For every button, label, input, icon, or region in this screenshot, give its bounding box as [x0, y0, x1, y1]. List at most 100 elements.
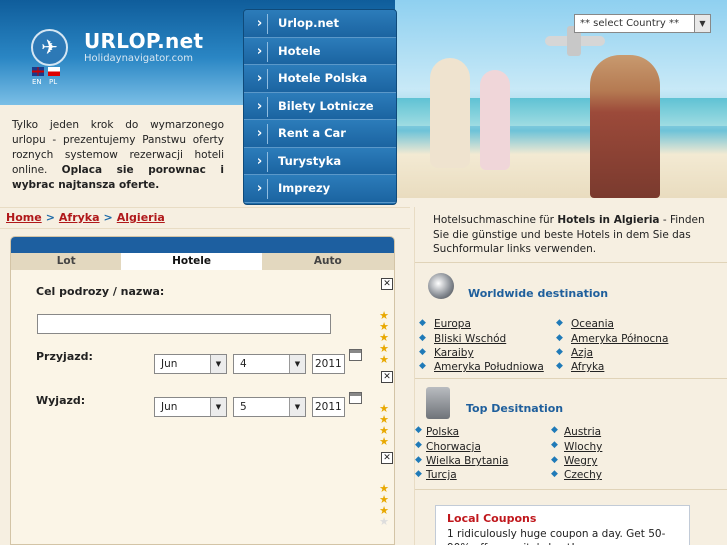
link-chorwacja[interactable]: Chorwacja: [426, 441, 481, 453]
nav-item-bilety[interactable]: › Bilety Lotnicze: [244, 92, 396, 120]
nav-item-turystyka[interactable]: › Turystyka: [244, 147, 396, 175]
divider: [415, 489, 727, 490]
calendar-icon[interactable]: [349, 392, 362, 404]
nav-item-hotele[interactable]: › Hotele: [244, 37, 396, 65]
departure-label: Wyjazd:: [36, 394, 86, 407]
link-austria[interactable]: Austria: [564, 426, 601, 438]
chevron-down-icon[interactable]: ▼: [694, 15, 710, 32]
coupon-title[interactable]: Local Coupons: [447, 512, 536, 525]
top-destination-title: Top Desitnation: [466, 402, 564, 415]
link-bliski-wschod[interactable]: Bliski Wschód: [434, 333, 506, 345]
diamond-icon: ◆: [415, 455, 422, 465]
country-select[interactable]: ** select Country ** ▼: [574, 14, 711, 33]
breadcrumb: Home > Afryka > Algieria: [0, 207, 410, 229]
nav-item-imprezy[interactable]: › Imprezy: [244, 175, 396, 203]
chevron-down-icon[interactable]: ▼: [210, 355, 226, 373]
diamond-icon: ◆: [556, 347, 563, 357]
divider: [415, 378, 727, 379]
plane-icon[interactable]: ✈: [31, 29, 68, 66]
chevron-down-icon[interactable]: ▼: [289, 355, 305, 373]
coupon-text: 1 ridiculously huge coupon a day. Get 50…: [447, 528, 666, 545]
coupon-box[interactable]: Local Coupons 1 ridiculously huge coupon…: [435, 505, 690, 545]
breadcrumb-home[interactable]: Home: [6, 211, 42, 224]
flag-pl-icon[interactable]: [48, 67, 60, 76]
calendar-icon[interactable]: [349, 349, 362, 361]
diamond-icon: ◆: [556, 318, 563, 328]
breadcrumb-separator: >: [103, 211, 113, 224]
lang-en-label[interactable]: EN: [32, 78, 42, 86]
lang-pl-label[interactable]: PL: [49, 78, 57, 86]
tab-hotele[interactable]: Hotele: [121, 253, 262, 270]
chevron-right-icon: ›: [252, 14, 268, 34]
arrival-year-input[interactable]: 2011: [312, 354, 345, 374]
main-nav: › Urlop.net › Hotele › Hotele Polska › Bilet…: [243, 9, 397, 205]
close-icon[interactable]: ✕: [381, 278, 393, 290]
link-czechy[interactable]: Czechy: [564, 469, 602, 481]
hotel-search-text: Hotelsuchmaschine für Hotels in Algieria…: [433, 214, 705, 255]
star-rating-4[interactable]: ★ ★ ★ ★: [377, 403, 391, 447]
link-ameryka-poludniowa[interactable]: Ameryka Południowa: [434, 361, 544, 373]
diamond-icon: ◆: [551, 425, 558, 435]
diamond-icon: ◆: [415, 469, 422, 479]
departure-month-select[interactable]: Jun ▼: [154, 397, 227, 417]
diamond-icon: ◆: [419, 318, 426, 328]
site-subtitle: Holidaynavigator.com: [84, 53, 193, 64]
chevron-right-icon: ›: [252, 69, 268, 89]
tab-lot[interactable]: Lot: [11, 253, 122, 270]
breadcrumb-algieria[interactable]: Algieria: [117, 211, 165, 224]
link-azja[interactable]: Azja: [571, 347, 593, 359]
right-panel: Hotelsuchmaschine für Hotels in Algieria…: [414, 207, 727, 545]
diamond-icon: ◆: [419, 347, 426, 357]
chevron-right-icon: ›: [252, 41, 268, 62]
destination-label: Cel podrozy / nazwa:: [36, 285, 165, 298]
nav-item-rent-a-car[interactable]: › Rent a Car: [244, 120, 396, 148]
tab-auto[interactable]: Auto: [261, 253, 394, 270]
chevron-right-icon: ›: [252, 124, 268, 144]
chevron-right-icon: ›: [252, 179, 268, 199]
departure-day-select[interactable]: 5 ▼: [233, 397, 306, 417]
form-header-bar: [11, 237, 394, 253]
link-wielka-brytania[interactable]: Wielka Brytania: [426, 455, 508, 467]
destination-input[interactable]: [37, 314, 331, 334]
close-icon[interactable]: ✕: [381, 452, 393, 464]
diamond-icon: ◆: [556, 333, 563, 343]
search-form: Lot Hotele Auto Cel podrozy / nazwa: Prz…: [10, 236, 395, 545]
divider: [415, 262, 727, 263]
link-europa[interactable]: Europa: [434, 318, 471, 330]
chevron-down-icon[interactable]: ▼: [210, 398, 226, 416]
star-rating-5[interactable]: ★ ★ ★ ★ ★: [377, 310, 391, 365]
chevron-right-icon: ›: [252, 96, 268, 117]
link-karaiby[interactable]: Karaiby: [434, 347, 474, 359]
arrival-label: Przyjazd:: [36, 350, 93, 363]
star-rating-3[interactable]: ★ ★ ★ ★: [377, 483, 391, 527]
diamond-icon: ◆: [419, 361, 426, 371]
flag-en-icon[interactable]: [32, 67, 44, 76]
link-polska[interactable]: Polska: [426, 426, 459, 438]
hero-boy: [590, 55, 660, 198]
nav-item-urlop[interactable]: › Urlop.net: [244, 10, 396, 38]
hero-person: [430, 58, 470, 168]
nav-item-hotele-polska[interactable]: › Hotele Polska: [244, 65, 396, 93]
intro-text: Tylko jeden krok do wymarzonego urlopu -…: [12, 119, 224, 191]
link-wegry[interactable]: Wegry: [564, 455, 597, 467]
site-title[interactable]: URLOP.net: [84, 29, 203, 53]
breadcrumb-separator: >: [45, 211, 55, 224]
departure-year-input[interactable]: 2011: [312, 397, 345, 417]
diamond-icon: ◆: [551, 440, 558, 450]
link-ameryka-polnocna[interactable]: Ameryka Północna: [571, 333, 668, 345]
diamond-icon: ◆: [551, 455, 558, 465]
breadcrumb-afryka[interactable]: Afryka: [59, 211, 100, 224]
link-afryka[interactable]: Afryka: [571, 361, 604, 373]
chevron-down-icon[interactable]: ▼: [289, 398, 305, 416]
globe-icon: [428, 273, 454, 299]
arrival-month-select[interactable]: Jun ▼: [154, 354, 227, 374]
search-tabs: Lot Hotele Auto: [11, 253, 394, 270]
arrival-day-select[interactable]: 4 ▼: [233, 354, 306, 374]
link-wlochy[interactable]: Wlochy: [564, 441, 602, 453]
close-icon[interactable]: ✕: [381, 371, 393, 383]
hero-person: [480, 70, 510, 170]
link-oceania[interactable]: Oceania: [571, 318, 614, 330]
diamond-icon: ◆: [419, 333, 426, 343]
chevron-right-icon: ›: [252, 151, 268, 172]
link-turcja[interactable]: Turcja: [426, 469, 457, 481]
